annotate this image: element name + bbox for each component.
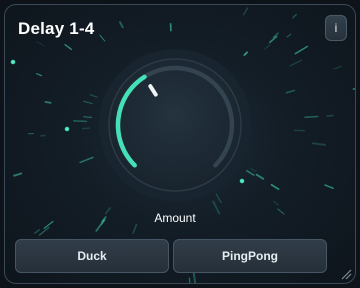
resize-grip-icon[interactable] [340, 268, 352, 280]
duck-button[interactable]: Duck [15, 239, 169, 273]
knob-label: Amount [154, 211, 196, 225]
delay-panel: Delay 1-4 i Amount Duck PingPong [4, 4, 356, 284]
knob-body [108, 58, 242, 192]
pingpong-button[interactable]: PingPong [173, 239, 327, 273]
